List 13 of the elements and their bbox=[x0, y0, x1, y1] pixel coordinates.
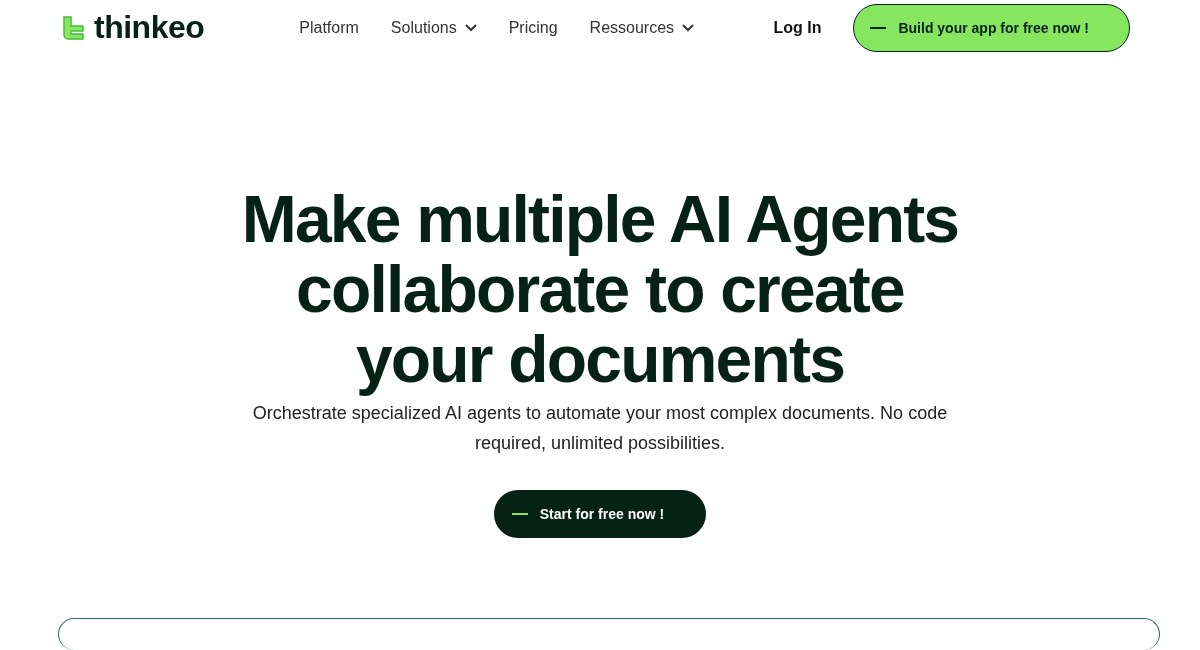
hero-title: Make multiple AI Agents collaborate to create your documents bbox=[240, 183, 960, 394]
start-free-button[interactable]: Start for free now ! bbox=[493, 489, 707, 538]
login-link[interactable]: Log In bbox=[773, 18, 822, 37]
hero-subtitle: Orchestrate specialized AI agents to automate your most complex documents. No code required, unlimited possibilities. bbox=[251, 401, 949, 455]
chevron-down-icon bbox=[464, 23, 477, 32]
nav-link[interactable]: Platform bbox=[299, 18, 359, 37]
nav-link[interactable]: Solutions bbox=[390, 18, 477, 37]
nav-link[interactable]: Ressources bbox=[589, 18, 695, 37]
chevron-down-icon bbox=[682, 23, 695, 32]
build-app-button[interactable]: Build your app for free now ! bbox=[853, 3, 1130, 52]
logo-text[interactable]: thinkeo bbox=[94, 9, 205, 47]
nav-link[interactable]: Pricing bbox=[508, 18, 558, 37]
logo-icon bbox=[60, 14, 86, 41]
